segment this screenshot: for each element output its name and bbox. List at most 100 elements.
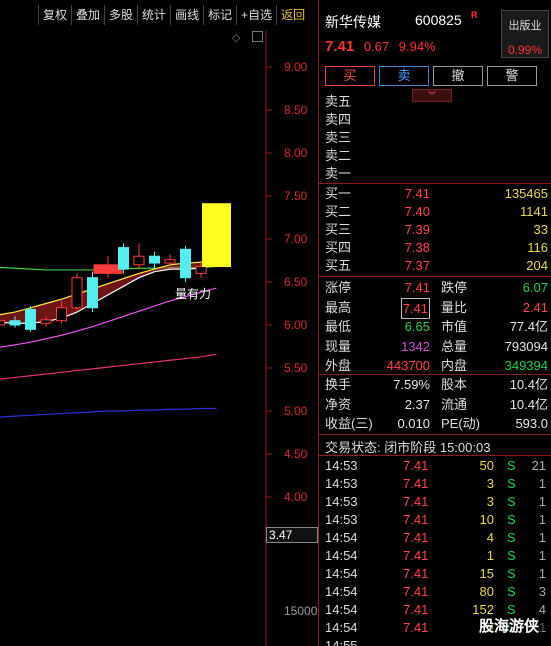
- tick-price: 7.41: [403, 494, 429, 509]
- candle-body: [133, 255, 145, 266]
- kline-chart-panel[interactable]: 复权 叠加 多股 统计 画线 标记 +自选 返回 ◇ 9.00 8.50 8.00 7…: [0, 0, 318, 646]
- candle-body: [93, 264, 123, 274]
- candle-body: [25, 309, 36, 330]
- y-tick-label: 8.50: [284, 103, 308, 117]
- tick-n: 1: [538, 548, 546, 563]
- trade-buttons: 买 卖 撤 警: [325, 66, 537, 86]
- stat-row: 收益(三) 0.010 PE(动) 593.0: [325, 416, 548, 431]
- candle-body: [0, 320, 5, 326]
- tick-row: 14:53 7.41 10 S 1: [319, 511, 551, 529]
- tick-n: 1: [538, 566, 546, 581]
- bid-row[interactable]: 买一 7.41 135465: [319, 185, 551, 203]
- rzrq-badge: R: [471, 10, 478, 20]
- watermark-text: 股海游侠: [475, 615, 544, 636]
- y-tick-label: 7.50: [284, 189, 308, 203]
- stat-row: 最高 7.41 量比 2.41: [319, 297, 551, 319]
- price-row: 7.41 0.67 9.94%: [325, 38, 436, 55]
- tick-n: 1: [538, 530, 546, 545]
- tick-price: 7.41: [403, 602, 429, 617]
- candlestick-plot[interactable]: [0, 0, 318, 646]
- tick-time: 14:53: [325, 512, 358, 527]
- cursor-value-tag: 3.47: [266, 527, 318, 543]
- tick-side: S: [507, 494, 516, 509]
- tick-side: S: [507, 566, 516, 581]
- volume-annotation: 量有力: [175, 287, 212, 301]
- stock-name[interactable]: 新华传媒: [325, 12, 381, 32]
- tick-time: 14:54: [325, 566, 358, 581]
- tick-vol: 80: [479, 584, 494, 599]
- trade-status: 交易状态: 闭市阶段 15:00:03: [325, 440, 491, 455]
- tick-price: 7.41: [403, 584, 429, 599]
- tick-vol: 3: [486, 476, 494, 491]
- bid-row[interactable]: 买三 7.39 33: [319, 221, 551, 239]
- candle-body: [202, 203, 231, 268]
- divider: [319, 276, 551, 277]
- industry-change: 0.99%: [507, 43, 543, 57]
- bid-row[interactable]: 买五 7.37 204: [319, 257, 551, 275]
- divider: [319, 455, 551, 456]
- cancel-order-button[interactable]: 撤: [433, 66, 483, 86]
- ask-row: 卖一: [325, 166, 352, 181]
- tick-time: 14:53: [325, 494, 358, 509]
- tick-side: S: [507, 530, 516, 545]
- tick-vol: 15: [479, 566, 494, 581]
- bid-row[interactable]: 买四 7.38 116: [319, 239, 551, 257]
- tick-price: 7.41: [403, 566, 429, 581]
- y-tick-label: 7.00: [284, 232, 308, 246]
- tick-time: 14:54: [325, 548, 358, 563]
- tick-price: 7.41: [403, 620, 429, 635]
- stat-row: 净资 2.37 流通 10.4亿: [325, 396, 548, 412]
- tick-vol: 10: [479, 512, 494, 527]
- stat-row: 最低 6.65 市值 77.4亿: [325, 319, 548, 334]
- tick-price: 7.41: [403, 512, 429, 527]
- divider: [319, 183, 551, 184]
- tick-side: S: [507, 584, 516, 599]
- alert-button[interactable]: 警: [487, 66, 537, 86]
- tick-n: 3: [538, 584, 546, 599]
- tick-row: 14:55: [319, 637, 551, 646]
- tick-row: 14:53 7.41 50 S 21: [319, 457, 551, 475]
- tick-n: 1: [538, 494, 546, 509]
- stats-block-2: 换手 7.59% 股本 10.4亿 净资 2.37 流通 10.4亿 收益(三) 0.010 P…: [319, 375, 551, 434]
- tick-vol: 4: [486, 530, 494, 545]
- ma-line-slowest: [0, 407, 217, 418]
- tick-time: 14:54: [325, 620, 358, 635]
- y-tick-label: 6.50: [284, 275, 308, 289]
- y-tick-label: 4.00: [284, 490, 308, 504]
- y-tick-label: 9.00: [284, 60, 308, 74]
- tick-n: 1: [538, 476, 546, 491]
- ask-levels: 卖五 卖四 卖三 卖二 卖一: [319, 93, 551, 183]
- stats-block-1: 涨停 7.41 跌停 6.07 最高 7.41 量比 2.41 最低 6.65 市值 77.4亿 …: [319, 278, 551, 376]
- tick-row: 14:54 7.41 4 S 1: [319, 529, 551, 547]
- y-tick-label: 4.50: [284, 447, 308, 461]
- tick-vol: 1: [486, 548, 494, 563]
- candle-body: [40, 319, 52, 324]
- sell-button[interactable]: 卖: [379, 66, 429, 86]
- tick-row: 14:53 7.41 3 S 1: [319, 475, 551, 493]
- tick-row: 14:54 7.41 80 S 3: [319, 583, 551, 601]
- candle-body: [149, 255, 160, 264]
- tick-side: S: [507, 548, 516, 563]
- tick-vol: 50: [479, 458, 494, 473]
- industry-box[interactable]: 出版业 0.99%: [501, 10, 549, 58]
- tick-side: S: [507, 476, 516, 491]
- tick-side: S: [507, 512, 516, 527]
- tick-n: 21: [531, 458, 546, 473]
- tick-time: 14:54: [325, 530, 358, 545]
- tick-price: 7.41: [403, 548, 429, 563]
- bid-levels: 买一 7.41 135465 买二 7.40 1141 买三 7.39 33 买四 7.38 1…: [319, 185, 551, 275]
- quote-panel: 新华传媒 600825 R 出版业 0.99% 7.41 0.67 9.94% …: [318, 0, 551, 646]
- stat-row: 外盘 443700 内盘 349394: [325, 358, 548, 373]
- tick-time: 14:54: [325, 602, 358, 617]
- candle-body: [56, 307, 67, 322]
- ask-row: 卖三: [325, 130, 352, 145]
- candle-body: [87, 277, 98, 309]
- candle-body: [71, 277, 83, 309]
- bid-row[interactable]: 买二 7.40 1141: [319, 203, 551, 221]
- tick-time: 14:53: [325, 458, 358, 473]
- y-tick-label: 5.00: [284, 404, 308, 418]
- buy-button[interactable]: 买: [325, 66, 375, 86]
- tick-n: 1: [538, 512, 546, 527]
- tick-time: 14:53: [325, 476, 358, 491]
- candle-body: [195, 266, 207, 274]
